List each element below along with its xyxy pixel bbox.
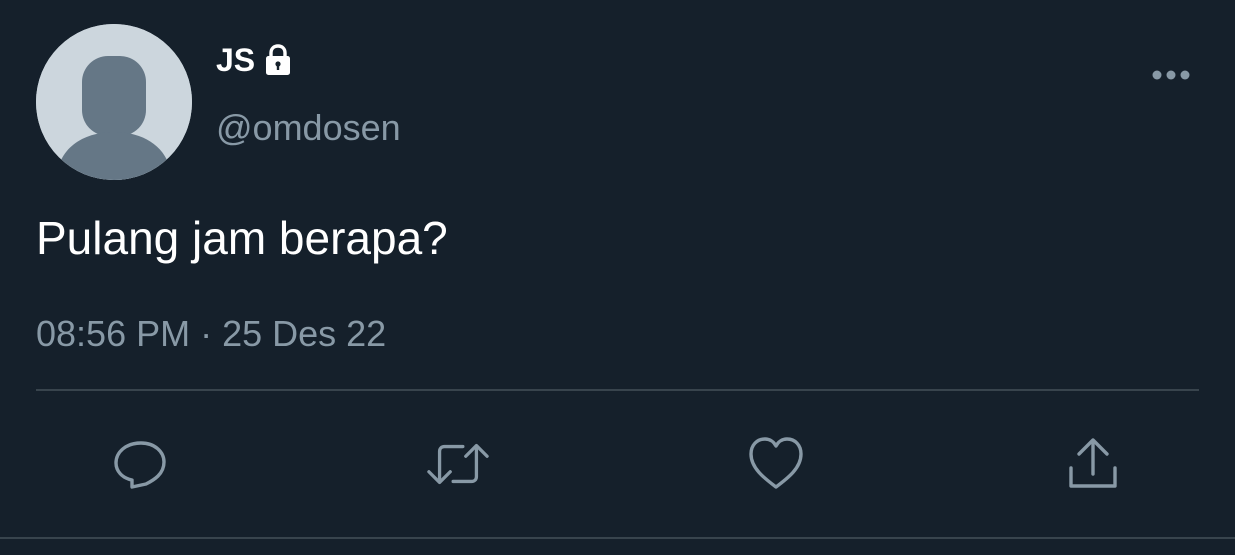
tweet-timestamp[interactable]: 08:56 PM · 25 Des 22 <box>36 310 386 358</box>
divider <box>0 537 1235 539</box>
more-horizontal-icon <box>1152 70 1190 80</box>
tweet-text: Pulang jam berapa? <box>36 212 448 264</box>
reply-button[interactable] <box>108 432 172 496</box>
default-avatar-icon <box>36 24 192 180</box>
share-icon <box>1069 438 1117 488</box>
retweet-button[interactable] <box>426 432 490 496</box>
divider <box>36 389 1199 391</box>
display-name[interactable]: JS <box>216 38 255 82</box>
more-options-button[interactable] <box>1148 54 1194 96</box>
like-button[interactable] <box>744 432 808 496</box>
heart-icon <box>749 437 803 489</box>
avatar[interactable] <box>36 24 192 180</box>
user-handle[interactable]: @omdosen <box>216 104 401 152</box>
lock-icon <box>261 38 295 82</box>
retweet-icon <box>427 443 489 485</box>
share-button[interactable] <box>1061 432 1125 496</box>
reply-icon <box>114 441 166 489</box>
display-name-row: JS <box>216 38 295 82</box>
tweet-detail: JS @omdosen Pulang jam berapa? 08:56 PM … <box>0 0 1235 555</box>
